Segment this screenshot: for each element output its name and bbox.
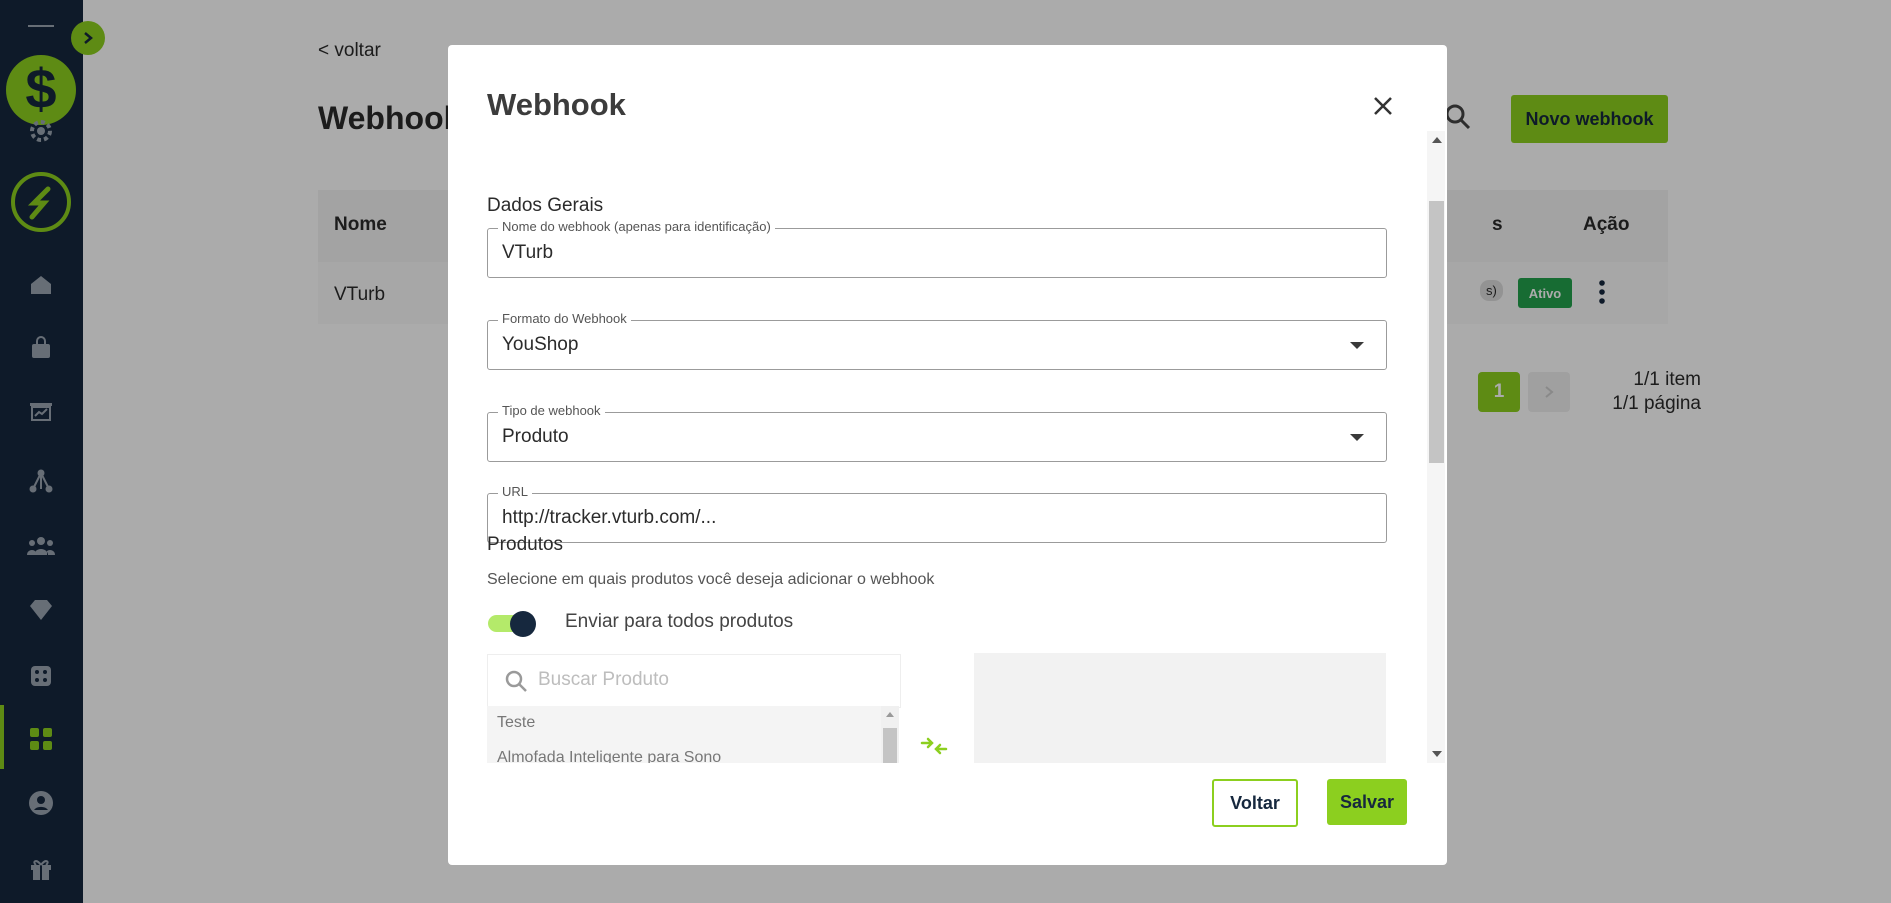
webhook-url-value: http://tracker.vturb.com/... (502, 507, 717, 528)
list-item[interactable]: Teste (497, 714, 535, 732)
send-all-products-toggle[interactable] (488, 609, 536, 637)
search-icon (504, 669, 528, 698)
modal-title: Webhook (487, 87, 626, 122)
toggle-knob (510, 611, 536, 637)
webhook-format-label: Formato do Webhook (498, 311, 631, 327)
section-products-title: Produtos (487, 534, 564, 555)
back-button[interactable]: Voltar (1212, 779, 1298, 827)
chevron-down-icon (1350, 342, 1364, 349)
webhook-url-label: URL (498, 484, 533, 500)
scroll-thumb[interactable] (883, 728, 897, 763)
product-search-input[interactable]: Buscar Produto (487, 654, 901, 708)
webhook-modal: Webhook Dados Gerais Nome do webhook (ap… (448, 45, 1447, 865)
product-list-scrollbar[interactable] (881, 706, 899, 763)
webhook-type-label: Tipo de webhook (498, 403, 605, 419)
close-icon[interactable] (1370, 93, 1396, 119)
webhook-name-field[interactable]: Nome do webhook (apenas para identificaç… (487, 219, 1387, 278)
list-item[interactable]: Almofada Inteligente para Sono (497, 749, 721, 763)
products-help-text: Selecione em quais produtos você deseja … (487, 571, 935, 588)
product-search-placeholder: Buscar Produto (538, 669, 669, 690)
chevron-down-icon (1350, 434, 1364, 441)
scroll-down-icon[interactable] (1432, 751, 1442, 757)
scroll-thumb[interactable] (1429, 201, 1444, 463)
webhook-type-value: Produto (502, 426, 569, 447)
transfer-arrows-icon[interactable] (920, 735, 948, 763)
webhook-name-value: VTurb (502, 242, 554, 263)
scroll-up-icon[interactable] (1432, 137, 1442, 143)
webhook-format-value: YouShop (502, 334, 579, 355)
product-list: Teste Almofada Inteligente para Sono (487, 706, 899, 763)
section-general-title: Dados Gerais (487, 195, 604, 216)
webhook-type-select[interactable]: Tipo de webhook Produto (487, 403, 1387, 462)
webhook-name-label: Nome do webhook (apenas para identificaç… (498, 219, 775, 235)
webhook-url-field[interactable]: URL http://tracker.vturb.com/... (487, 484, 1387, 543)
selected-products-box (974, 653, 1386, 763)
modal-scrollbar[interactable] (1427, 131, 1445, 763)
scroll-up-icon[interactable] (886, 712, 894, 717)
send-all-products-label: Enviar para todos produtos (565, 611, 794, 632)
webhook-format-select[interactable]: Formato do Webhook YouShop (487, 311, 1387, 370)
modal-scroll-area: Dados Gerais Nome do webhook (apenas par… (448, 131, 1447, 763)
save-button[interactable]: Salvar (1327, 779, 1407, 825)
